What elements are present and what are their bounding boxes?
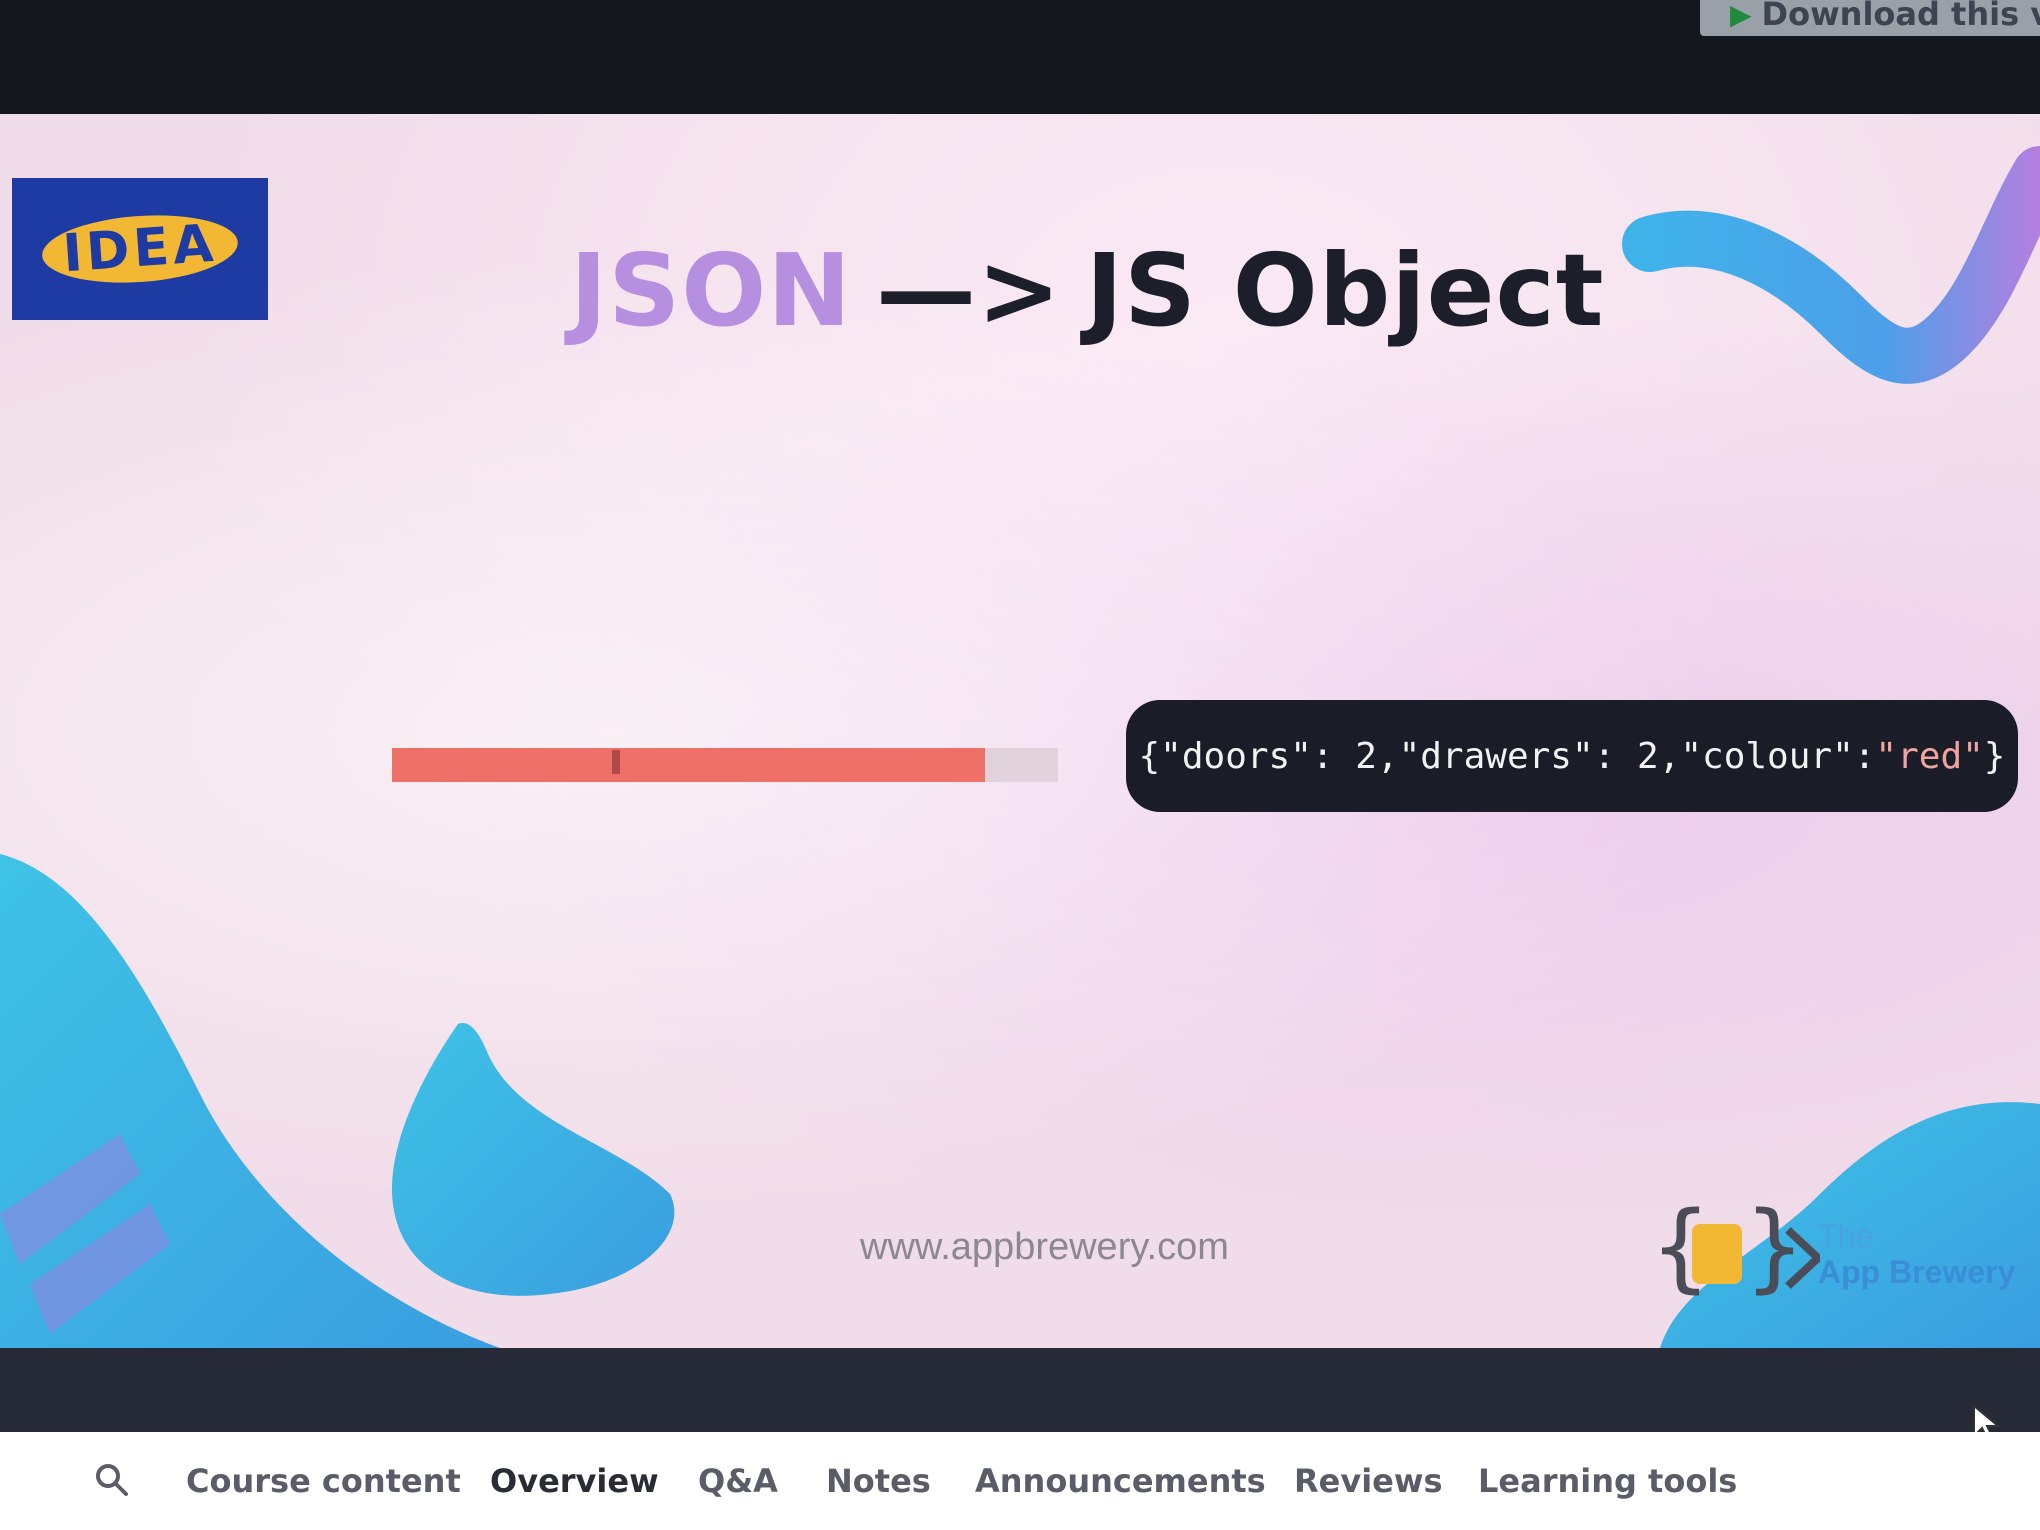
brand-text: The App Brewery bbox=[1818, 1218, 2015, 1290]
course-tabs: Course content Overview Q&A Notes Announ… bbox=[0, 1432, 2040, 1530]
idea-logo: IDEA bbox=[12, 178, 268, 320]
progress-fill bbox=[392, 748, 985, 782]
title-json: JSON bbox=[570, 232, 852, 349]
title-arrow: —> bbox=[875, 232, 1062, 349]
tab-learning-tools[interactable]: Learning tools bbox=[1478, 1462, 1737, 1500]
center-drop bbox=[391, 1023, 675, 1296]
tab-qa[interactable]: Q&A bbox=[698, 1462, 778, 1500]
tab-course-content[interactable]: Course content bbox=[186, 1462, 461, 1500]
video-progress-bar[interactable] bbox=[392, 748, 1058, 782]
download-label: Download this video bbox=[1761, 0, 2040, 33]
logo-oval: IDEA bbox=[39, 209, 241, 289]
slide-title: JSON —> JS Object bbox=[570, 232, 1605, 349]
player-controls-area[interactable] bbox=[0, 1348, 2040, 1438]
tab-announcements[interactable]: Announcements bbox=[975, 1462, 1266, 1500]
download-video-button[interactable]: ▶ Download this video bbox=[1700, 0, 2040, 36]
svg-text:}: } bbox=[1744, 1191, 1805, 1303]
video-slide[interactable]: IDEA JSON —> JS Object {"doors": 2,"drawer… bbox=[0, 114, 2040, 1348]
brand-the: The bbox=[1818, 1218, 1874, 1254]
app-brewery-logo: { } The App Brewery bbox=[1650, 1190, 2030, 1320]
progress-marker[interactable] bbox=[611, 750, 620, 774]
search-icon[interactable] bbox=[92, 1460, 132, 1500]
code-prefix: {"doors": 2,"drawers": 2,"colour": bbox=[1138, 735, 1876, 777]
top-right-wave bbox=[1622, 146, 2040, 384]
top-bar: ▶ Download this video bbox=[0, 0, 2040, 118]
brand-name: App Brewery bbox=[1818, 1254, 2016, 1290]
json-code-box: {"doors": 2,"drawers": 2,"colour": "red"} bbox=[1126, 700, 2018, 812]
tab-overview[interactable]: Overview bbox=[490, 1462, 659, 1500]
code-suffix: } bbox=[1983, 735, 2006, 777]
brewery-icon: { } bbox=[1650, 1191, 1820, 1303]
play-icon: ▶ bbox=[1730, 0, 1752, 31]
code-value: "red" bbox=[1875, 735, 1984, 777]
slide-url: www.appbrewery.com bbox=[860, 1226, 1229, 1268]
tab-notes[interactable]: Notes bbox=[826, 1462, 931, 1500]
title-js-object: JS Object bbox=[1085, 232, 1605, 349]
logo-text: IDEA bbox=[60, 213, 220, 285]
tab-reviews[interactable]: Reviews bbox=[1294, 1462, 1442, 1500]
